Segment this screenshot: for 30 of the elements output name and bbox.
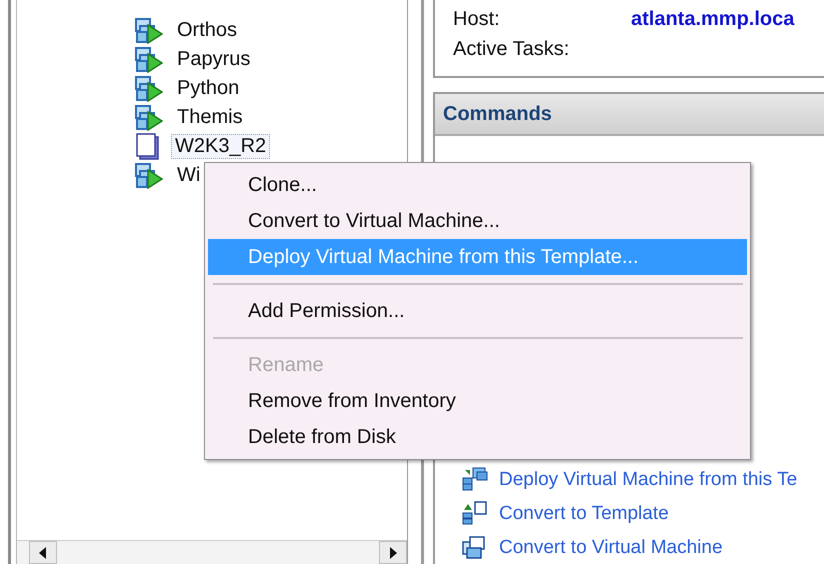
menu-item[interactable]: Delete from Disk (208, 419, 747, 455)
tree-item[interactable]: Wi (173, 163, 204, 188)
virtual-machine-icon (135, 18, 163, 44)
virtual-machine-icon (135, 104, 163, 130)
virtual-machine-icon (135, 46, 163, 72)
menu-item[interactable]: Add Permission... (208, 293, 747, 329)
menu-item[interactable]: Clone... (208, 167, 747, 203)
tree-item[interactable]: Themis (173, 105, 247, 130)
command-link[interactable]: Convert to Virtual Machine (499, 536, 723, 558)
tree-item[interactable]: Python (173, 76, 244, 101)
left-arrow-icon (39, 546, 47, 558)
convert-to-template-icon (461, 500, 489, 526)
template-icon (135, 132, 161, 160)
tree-item[interactable]: W2K3_R2 (171, 134, 270, 159)
virtual-machine-icon (135, 76, 163, 102)
field-value: atlanta.mmp.loca (631, 7, 794, 32)
menu-item[interactable]: Convert to Virtual Machine... (208, 203, 747, 239)
scroll-left-button[interactable] (29, 541, 57, 564)
menu-item[interactable]: Remove from Inventory (208, 383, 747, 419)
command-link[interactable]: Convert to Template (499, 502, 669, 524)
scroll-right-button[interactable] (379, 541, 407, 564)
section-title: Commands (443, 102, 552, 127)
field-label: Active Tasks: (453, 37, 570, 62)
virtual-machine-icon (135, 162, 163, 188)
command-link[interactable]: Deploy Virtual Machine from this Te (499, 468, 798, 490)
field-label: Host: (453, 7, 501, 32)
right-arrow-icon (389, 546, 397, 558)
tree-item[interactable]: Papyrus (173, 47, 254, 72)
deploy-icon (461, 466, 489, 492)
tree-item[interactable]: Orthos (173, 18, 242, 43)
